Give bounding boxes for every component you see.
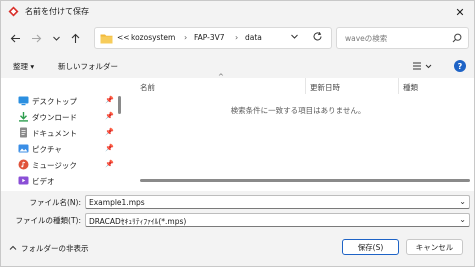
sidebar-item-label: ダウンロード	[32, 113, 77, 122]
close-icon: ✕	[455, 5, 465, 19]
close-button[interactable]: ✕	[450, 3, 470, 21]
address-history-button[interactable]	[290, 32, 299, 44]
sidebar-item-videos[interactable]: ビデオ	[1, 173, 121, 189]
filename-field[interactable]: Example1.mps ⌄	[85, 195, 470, 209]
window-title: 名前を付けて保存	[25, 7, 89, 16]
breadcrumb-item-kozosystem[interactable]: kozosystem	[131, 33, 175, 42]
app-icon	[8, 6, 19, 17]
breadcrumb-separator-icon: ›	[235, 33, 239, 42]
navigation-pane[interactable]: デスクトップ 📌 ダウンロード 📌 ドキュメント 📌 ピクチャ 📌 ミュージック	[1, 78, 121, 191]
list-view-icon	[413, 62, 432, 70]
view-options-button[interactable]	[412, 60, 434, 74]
pin-icon: 📌	[105, 96, 114, 104]
help-icon: ?	[457, 61, 463, 71]
title-bar: 名前を付けて保存 ✕	[1, 1, 474, 23]
back-arrow-icon	[10, 34, 20, 42]
chevron-down-icon	[291, 34, 298, 39]
horizontal-scrollbar[interactable]	[140, 179, 470, 182]
chevron-down-icon[interactable]: ⌄	[459, 197, 466, 206]
sidebar-item-desktop[interactable]: デスクトップ 📌	[1, 93, 121, 109]
hide-folders-label: フォルダーの非表示	[21, 244, 89, 253]
sidebar-item-downloads[interactable]: ダウンロード 📌	[1, 109, 121, 125]
sidebar-item-music[interactable]: ミュージック 📌	[1, 157, 121, 173]
search-icon	[452, 33, 462, 43]
save-button[interactable]: 保存(S)	[342, 239, 399, 255]
column-header-name[interactable]: 名前	[140, 82, 155, 98]
file-list[interactable]: 名前 ^ 更新日時 種類 検索条件に一致する項目はありません。	[122, 73, 474, 191]
sidebar-item-documents[interactable]: ドキュメント 📌	[1, 125, 121, 141]
chevron-down-icon[interactable]: ⌄	[459, 215, 466, 224]
browser-area: デスクトップ 📌 ダウンロード 📌 ドキュメント 📌 ピクチャ 📌 ミュージック	[1, 73, 474, 191]
column-divider[interactable]	[305, 78, 306, 94]
search-placeholder: waveの検索	[345, 34, 388, 43]
sidebar-item-label: ドキュメント	[32, 129, 77, 138]
organize-button[interactable]: 整理 ▾	[13, 61, 34, 72]
empty-message: 検索条件に一致する項目はありません。	[230, 106, 366, 115]
chevron-up-icon	[9, 245, 17, 250]
cancel-button[interactable]: キャンセル	[406, 239, 463, 255]
refresh-button[interactable]	[312, 31, 323, 45]
command-bar: 整理 ▾ 新しいフォルダー ?	[1, 56, 474, 78]
up-button[interactable]	[67, 30, 83, 46]
filename-label: ファイル名(N):	[29, 198, 82, 207]
desktop-icon	[18, 96, 29, 106]
new-folder-button[interactable]: 新しいフォルダー	[58, 61, 118, 72]
breadcrumb-separator-icon: ›	[184, 33, 188, 42]
help-button[interactable]: ?	[454, 60, 466, 72]
sidebar-scrollbar[interactable]	[118, 96, 121, 114]
back-button[interactable]	[7, 30, 23, 46]
filetype-value: DRACADｾｷｭﾘﾃｨﾌｧｲﾙ(*.mps)	[89, 217, 187, 226]
up-arrow-icon	[71, 33, 79, 43]
download-icon	[19, 112, 28, 122]
filename-value: Example1.mps	[89, 198, 145, 207]
sidebar-item-pictures[interactable]: ピクチャ 📌	[1, 141, 121, 157]
hide-folders-toggle[interactable]: フォルダーの非表示	[9, 243, 89, 254]
forward-button[interactable]	[28, 30, 44, 46]
breadcrumb-item-data[interactable]: data	[245, 33, 262, 42]
folder-icon	[100, 34, 113, 44]
refresh-icon	[313, 31, 322, 41]
sort-up-icon: ^	[218, 73, 224, 81]
forward-arrow-icon	[31, 34, 41, 42]
recent-locations-button[interactable]	[48, 30, 64, 46]
picture-icon	[18, 144, 29, 153]
search-input[interactable]: waveの検索	[336, 27, 469, 49]
pin-icon: 📌	[105, 112, 114, 120]
address-bar[interactable]: << kozosystem › FAP-3V7 › data	[94, 27, 332, 49]
column-divider[interactable]	[398, 78, 399, 94]
filetype-select[interactable]: DRACADｾｷｭﾘﾃｨﾌｧｲﾙ(*.mps) ⌄	[85, 213, 470, 227]
filetype-label: ファイルの種類(T):	[15, 216, 81, 225]
sidebar-item-label: ビデオ	[32, 177, 55, 186]
column-header-type[interactable]: 種類	[403, 82, 418, 98]
music-icon	[18, 159, 29, 170]
navigation-bar: << kozosystem › FAP-3V7 › data waveの検索	[1, 25, 474, 51]
save-as-dialog: 名前を付けて保存 ✕ << kozosystem › FAP-3V7 › dat…	[0, 0, 475, 267]
pin-icon: 📌	[105, 144, 114, 152]
pin-icon: 📌	[105, 160, 114, 168]
document-icon	[20, 127, 27, 138]
pin-icon: 📌	[105, 128, 114, 136]
sidebar-item-label: デスクトップ	[32, 97, 77, 106]
sidebar-item-label: ピクチャ	[32, 145, 62, 154]
breadcrumb-overflow[interactable]: <<	[117, 33, 130, 42]
chevron-down-icon	[52, 36, 60, 41]
column-header-date[interactable]: 更新日時	[310, 82, 340, 98]
sidebar-item-label: ミュージック	[32, 161, 77, 170]
breadcrumb-item-fap[interactable]: FAP-3V7	[194, 33, 225, 42]
video-icon	[18, 176, 29, 185]
